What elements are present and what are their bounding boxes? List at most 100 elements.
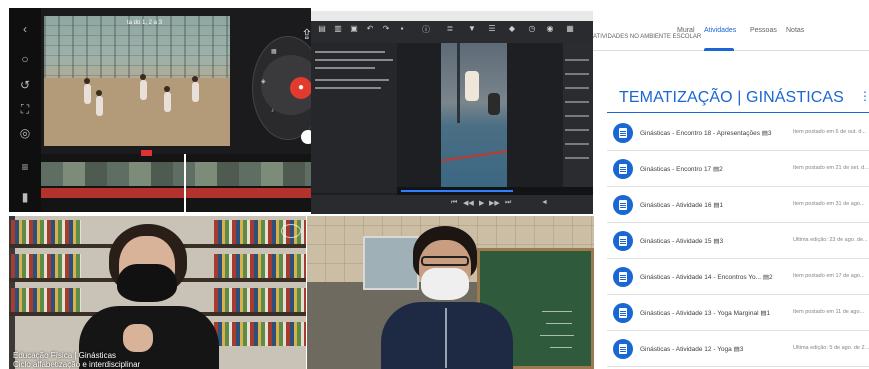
property-row[interactable] xyxy=(565,101,589,103)
tab-mural[interactable]: Mural xyxy=(677,27,695,34)
item-meta: Última edição: 23 de ago. de... xyxy=(793,237,868,243)
item-meta: Item postado em 31 de ago... xyxy=(793,201,865,207)
peak-meter-icon[interactable]: ▪ xyxy=(397,24,407,34)
settings-icon[interactable]: ○ xyxy=(18,52,32,66)
teacher-figure xyxy=(79,224,219,369)
assignment-icon xyxy=(613,303,633,323)
pole-shape xyxy=(457,43,460,123)
export-icon[interactable]: ◉ xyxy=(545,24,555,34)
audio-track[interactable] xyxy=(41,188,311,198)
open-file-icon[interactable]: ▤ xyxy=(317,24,327,34)
item-title-text: Ginásticas - Atividade 15 xyxy=(640,238,712,245)
preview-title: ta do 1, 2 a 3 xyxy=(127,20,163,26)
screenshot-collage: ‹ ○ ↺ ⛶ ◎ ≡ ▮ ta do 1, 2 a 3 ▦ ◈ ♪ ● ⇪ ▤… xyxy=(0,0,869,369)
layer-icon[interactable]: ◈ xyxy=(261,78,266,85)
list-item[interactable]: Ginásticas - Atividade 13 - Yoga Margina… xyxy=(607,295,869,331)
child-figure xyxy=(140,80,147,100)
property-row[interactable] xyxy=(565,59,589,61)
webcam-panel-teacher-1: Educação Física | Ginásticas Ciclo alfab… xyxy=(9,216,306,369)
list-item[interactable]: Ginásticas - Atividade 15 ▤3 Última ediç… xyxy=(607,223,869,259)
text-line xyxy=(315,59,393,61)
play-icon[interactable]: ▶ xyxy=(479,199,484,207)
jacket-shape xyxy=(381,302,513,369)
list-item[interactable]: Ginásticas - Atividade 12 - Yoga ▤3 Últi… xyxy=(607,331,869,367)
attachment-count: 1 xyxy=(766,310,771,317)
undo-icon[interactable]: ↺ xyxy=(18,78,32,92)
menu-bar[interactable] xyxy=(311,11,593,21)
webcam-panel-teacher-2 xyxy=(307,216,594,369)
tab-atividades[interactable]: Atividades xyxy=(704,27,736,34)
properties-icon[interactable]: ⓘ xyxy=(421,24,431,34)
property-row[interactable] xyxy=(565,129,589,131)
text-line xyxy=(315,67,375,69)
history-icon[interactable]: ◷ xyxy=(527,24,537,34)
property-row[interactable] xyxy=(565,115,589,117)
audio-icon[interactable]: ▮ xyxy=(18,190,32,204)
notes-pane xyxy=(311,43,397,193)
item-meta: Última edição: 5 de ago. de 2... xyxy=(793,345,869,351)
playhead[interactable] xyxy=(184,154,186,212)
camera-icon[interactable]: ◎ xyxy=(18,126,32,140)
video-track[interactable] xyxy=(41,162,311,186)
playlist-icon[interactable]: ≣ xyxy=(445,24,455,34)
item-title: Ginásticas - Atividade 16 ▤1 xyxy=(640,201,723,209)
property-row[interactable] xyxy=(565,157,589,159)
layers-icon[interactable]: ≡ xyxy=(18,160,32,174)
undo-icon[interactable]: ↶ xyxy=(365,24,375,34)
fullscreen-icon[interactable]: ⛶ xyxy=(18,102,32,116)
scrub-bar[interactable] xyxy=(397,187,593,195)
timeline-icon[interactable]: ☰ xyxy=(487,24,497,34)
attachment-count: 3 xyxy=(739,346,744,353)
assignment-icon xyxy=(613,123,633,143)
back-icon[interactable]: ‹ xyxy=(18,22,32,36)
list-item[interactable]: Ginásticas - Encontro 18 - Apresentações… xyxy=(607,115,869,151)
chalk-mark xyxy=(540,335,574,336)
forward-icon[interactable]: ▶▶ xyxy=(489,199,500,207)
chalk-mark xyxy=(550,347,572,348)
item-title-text: Ginásticas - Encontro 17 xyxy=(640,166,712,173)
editor-timeline[interactable] xyxy=(41,154,311,212)
attachment-count: 1 xyxy=(719,202,724,209)
item-title: Ginásticas - Atividade 13 - Yoga Margina… xyxy=(640,309,770,317)
save-icon[interactable]: ▣ xyxy=(349,24,359,34)
media-icon[interactable]: ▦ xyxy=(271,48,277,55)
books-row xyxy=(11,220,81,244)
classroom-panel: ATIVIDADES NO AMBIENTE ESCOLAR Mural Ati… xyxy=(593,11,869,369)
record-icon[interactable]: ● xyxy=(290,77,311,99)
property-row[interactable] xyxy=(565,143,589,145)
item-title-text: Ginásticas - Atividade 12 - Yoga xyxy=(640,346,732,353)
filters-icon[interactable]: ▼ xyxy=(467,24,477,34)
item-title-text: Ginásticas - Atividade 16 xyxy=(640,202,712,209)
item-title: Ginásticas - Atividade 14 - Encontros Yo… xyxy=(640,273,773,281)
item-meta: Item postado em 21 de set. d... xyxy=(793,165,869,171)
video-player[interactable] xyxy=(441,43,507,193)
jobs-icon[interactable]: ▦ xyxy=(565,24,575,34)
property-row[interactable] xyxy=(565,73,589,75)
class-name[interactable]: ATIVIDADES NO AMBIENTE ESCOLAR xyxy=(593,34,701,40)
text-line xyxy=(315,79,389,81)
attachment-count: 2 xyxy=(769,274,773,281)
tab-notas[interactable]: Notas xyxy=(786,27,804,34)
skip-forward-icon[interactable]: ⏭ xyxy=(505,199,511,207)
list-item[interactable]: Ginásticas - Encontro 17 ▤2 Item postado… xyxy=(607,151,869,187)
video-preview[interactable] xyxy=(44,16,230,146)
keyframes-icon[interactable]: ◆ xyxy=(507,24,517,34)
audio-wheel-icon[interactable]: ♪ xyxy=(271,108,274,114)
list-item[interactable]: Ginásticas - Atividade 16 ▤1 Item postad… xyxy=(607,187,869,223)
redo-icon[interactable]: ↷ xyxy=(381,24,391,34)
volume-icon[interactable]: ◄ xyxy=(541,199,548,206)
topic-title: TEMATIZAÇÃO | GINÁSTICAS xyxy=(619,89,844,106)
property-row[interactable] xyxy=(565,87,589,89)
play-icon[interactable] xyxy=(301,130,311,144)
tab-pessoas[interactable]: Pessoas xyxy=(750,27,777,34)
item-title: Ginásticas - Atividade 12 - Yoga ▤3 xyxy=(640,345,743,353)
share-icon[interactable]: ⇪ xyxy=(301,26,311,43)
skip-back-icon[interactable]: ⏮ xyxy=(451,199,457,207)
face-mask xyxy=(117,264,177,302)
list-item[interactable]: Ginásticas - Atividade 14 - Encontros Yo… xyxy=(607,259,869,295)
child-figure xyxy=(465,71,479,101)
rewind-icon[interactable]: ◀◀ xyxy=(463,199,474,207)
open-other-icon[interactable]: ▥ xyxy=(333,24,343,34)
books-row xyxy=(214,254,306,278)
more-vert-icon[interactable]: ⋮ xyxy=(859,89,869,103)
